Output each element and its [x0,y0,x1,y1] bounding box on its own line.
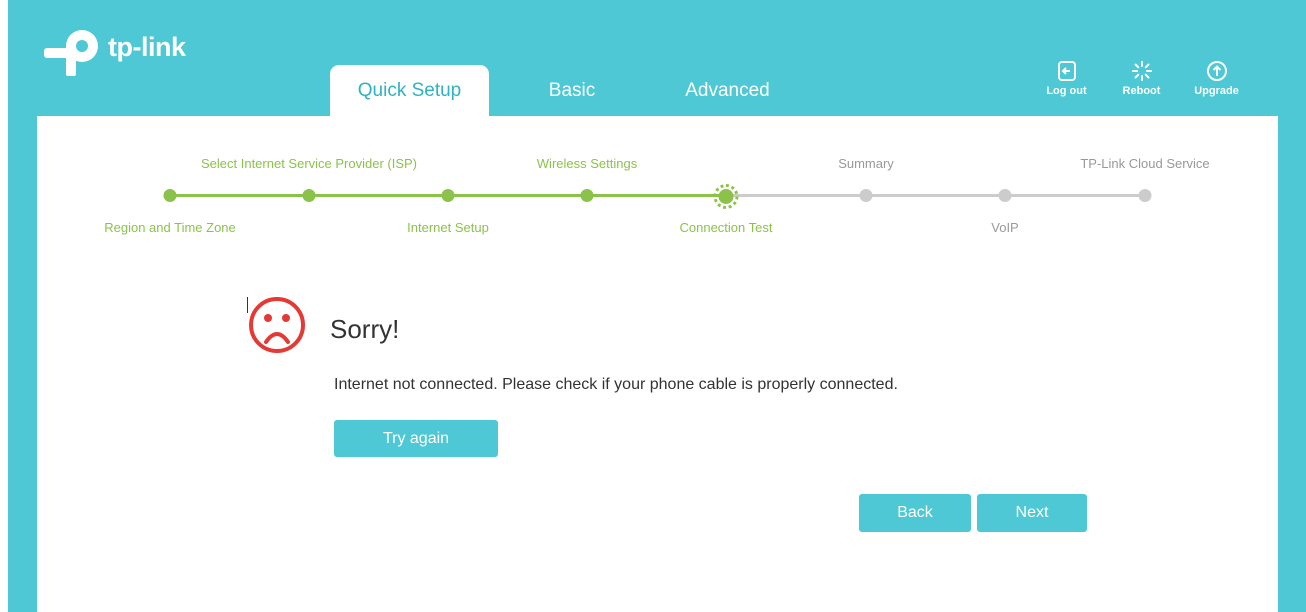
tab-advanced[interactable]: Advanced [655,65,800,116]
sad-face-icon [249,297,305,353]
step-label-cloud: TP-Link Cloud Service [1080,156,1210,171]
result-title: Sorry! [330,314,400,344]
step-dot-connection-test [713,184,739,209]
upgrade-icon [1206,61,1227,81]
step-dot-region [163,189,177,202]
step-label-connection-test: Connection Test [679,220,773,235]
back-button[interactable]: Back [859,494,971,532]
tp-link-logo: tp-link [44,28,186,78]
step-label-summary: Summary [838,156,894,171]
top-actions: Log out Reboot Upgrade [1029,60,1254,97]
step-label-region: Region and Time Zone [104,220,236,235]
tab-basic[interactable]: Basic [489,65,655,116]
brand-name: tp-link [108,31,186,62]
step-label-voip: VoIP [991,220,1019,235]
reboot-button[interactable]: Reboot [1104,60,1179,97]
logout-button[interactable]: Log out [1029,60,1104,97]
tab-quick-setup[interactable]: Quick Setup [330,65,489,116]
main-tabs: Quick Setup Basic Advanced [330,65,800,116]
result-message: Internet not connected. Please check if … [334,376,898,393]
progress-line-todo [726,194,1145,197]
next-button[interactable]: Next [977,494,1087,532]
step-label-wireless: Wireless Settings [536,156,638,171]
tp-link-logo-icon [44,28,104,78]
logout-label: Log out [1046,85,1087,97]
step-dot-voip [998,189,1012,202]
content-panel: Region and Time Zone Select Internet Ser… [37,116,1278,612]
reboot-icon [1131,61,1152,81]
step-dot-wireless [580,189,594,202]
step-dot-summary [859,189,873,202]
upgrade-button[interactable]: Upgrade [1179,60,1254,97]
step-dot-isp [302,189,316,202]
reboot-label: Reboot [1122,85,1161,97]
upgrade-label: Upgrade [1194,85,1239,97]
step-label-isp: Select Internet Service Provider (ISP) [200,156,418,171]
step-dot-cloud [1138,189,1152,202]
try-again-button[interactable]: Try again [334,420,498,457]
step-label-internet-setup: Internet Setup [407,220,489,235]
step-dot-internet-setup [441,189,455,202]
logout-icon [1057,61,1076,81]
